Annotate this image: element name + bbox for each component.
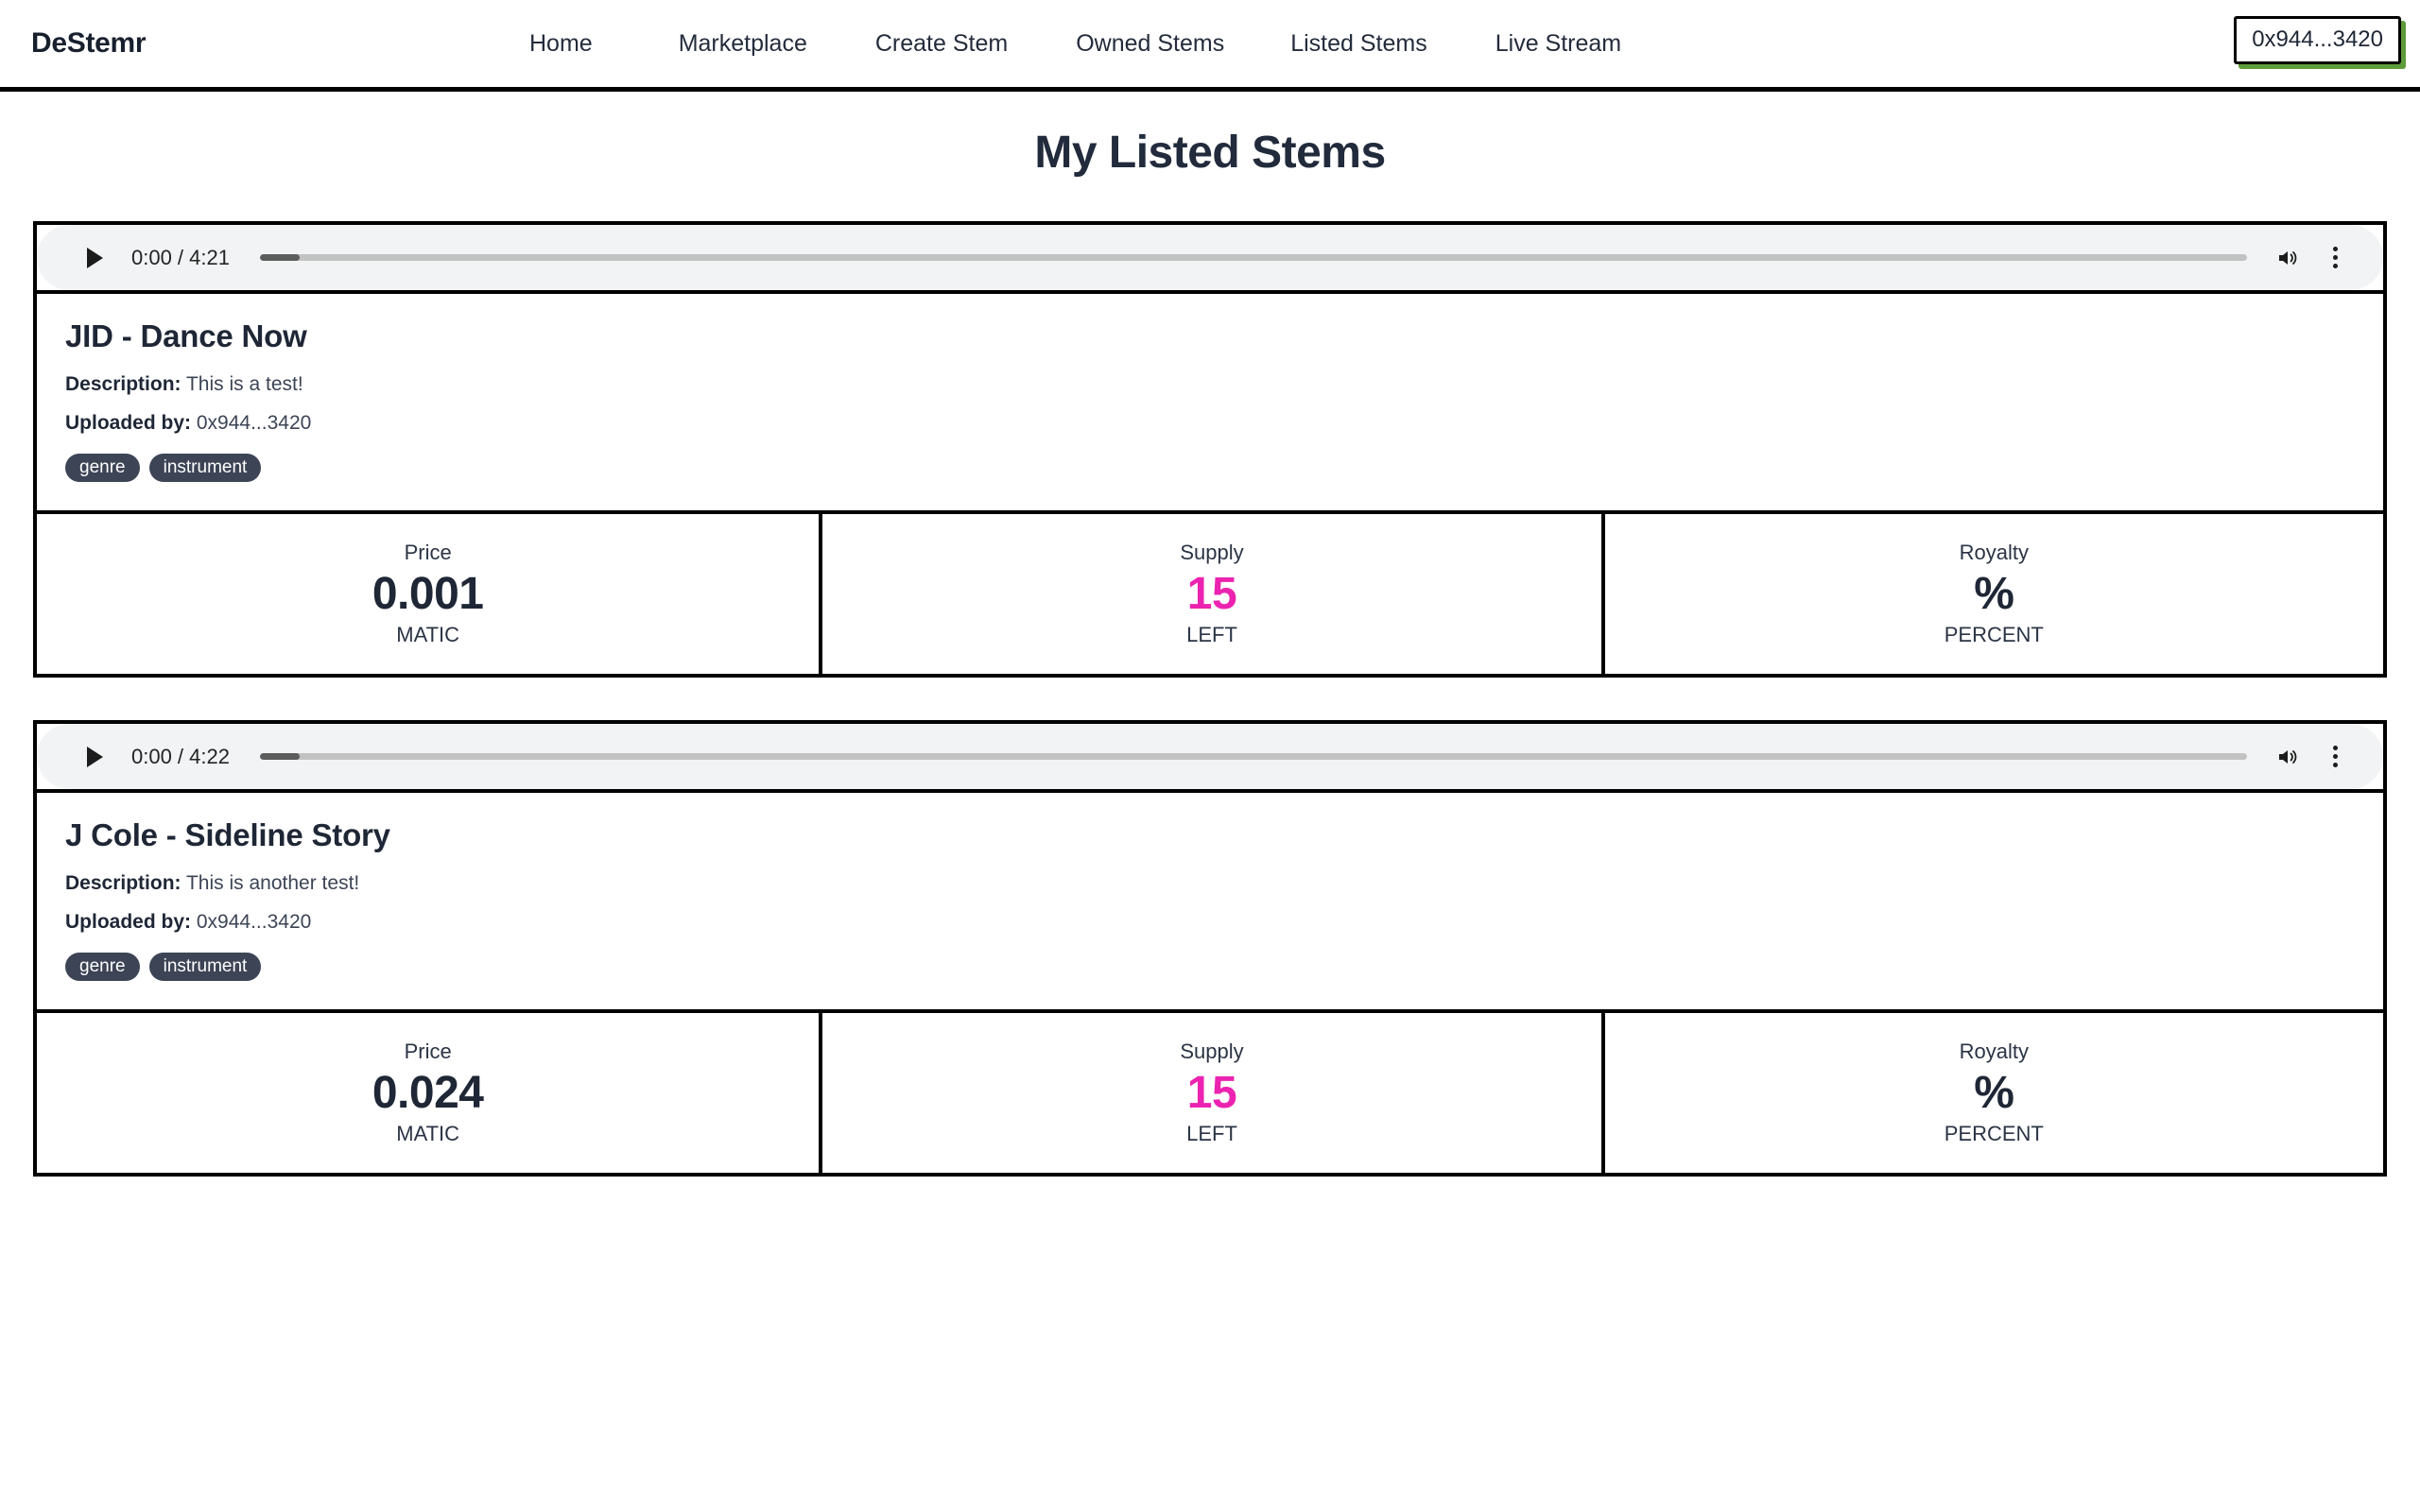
description-label: Description:: [65, 373, 182, 395]
stem-tag-instrument[interactable]: instrument: [148, 953, 262, 981]
stem-tag-row: genre instrument: [65, 454, 2355, 482]
audio-progress-fill: [259, 753, 301, 760]
stat-cell-price: Price 0.001 MATIC: [37, 514, 819, 674]
audio-progress-scrubber[interactable]: [259, 254, 2247, 261]
nav-item-listed-stems[interactable]: Listed Stems: [1290, 30, 1427, 58]
stem-info: J Cole - Sideline Story Description: Thi…: [37, 793, 2383, 1013]
stem-tag-genre[interactable]: genre: [65, 454, 140, 482]
play-icon[interactable]: [78, 242, 111, 274]
stem-stats-row: Price 0.024 MATIC Supply 15 LEFT Royalty…: [37, 1013, 2383, 1173]
stem-card: 0:00 / 4:22 J Cole - Sideline Story Desc…: [33, 720, 2387, 1177]
stem-title: J Cole - Sideline Story: [65, 817, 390, 852]
three-dot-menu-icon[interactable]: [2321, 741, 2349, 773]
listed-stems-list: 0:00 / 4:21 JID - Dance Now Description:…: [0, 221, 2420, 1177]
top-navigation-bar: DeStemr Home Marketplace Create Stem Own…: [0, 0, 2420, 92]
audio-progress-scrubber[interactable]: [259, 753, 2247, 760]
stem-description-value: This is another test!: [185, 872, 360, 894]
audio-player-row: 0:00 / 4:21: [37, 225, 2383, 294]
royalty-value: %: [1974, 569, 2014, 620]
stem-uploader-value: 0x944...3420: [196, 412, 312, 434]
audio-player[interactable]: 0:00 / 4:21: [37, 225, 2383, 290]
price-label: Price: [404, 541, 452, 565]
stem-tag-row: genre instrument: [65, 953, 2355, 981]
supply-value: 15: [1186, 569, 1237, 620]
stem-description-line: Description: This is a test!: [65, 373, 2355, 396]
price-unit: MATIC: [396, 622, 460, 646]
nav-item-marketplace[interactable]: Marketplace: [679, 30, 807, 58]
stem-stats-row: Price 0.001 MATIC Supply 15 LEFT Royalty…: [37, 514, 2383, 674]
play-icon[interactable]: [78, 741, 111, 773]
stem-description-value: This is a test!: [185, 373, 303, 395]
nav-item-live-stream[interactable]: Live Stream: [1495, 30, 1621, 58]
stem-uploader-line: Uploaded by: 0x944...3420: [65, 911, 2355, 934]
nav-links: Home Marketplace Create Stem Owned Stems…: [529, 0, 1621, 87]
stem-info: JID - Dance Now Description: This is a t…: [37, 294, 2383, 514]
audio-time-label: 0:00 / 4:22: [131, 744, 230, 768]
royalty-label: Royalty: [1959, 541, 2029, 565]
stat-cell-supply: Supply 15 LEFT: [819, 1013, 1600, 1173]
price-value: 0.024: [372, 1068, 484, 1119]
price-value: 0.001: [372, 569, 484, 620]
audio-time-label: 0:00 / 4:21: [131, 245, 230, 269]
supply-label: Supply: [1180, 541, 1244, 565]
three-dot-menu-icon[interactable]: [2321, 242, 2349, 274]
volume-icon[interactable]: [2272, 741, 2304, 773]
price-label: Price: [404, 1040, 452, 1064]
audio-player[interactable]: 0:00 / 4:22: [37, 724, 2383, 789]
stem-description-line: Description: This is another test!: [65, 872, 2355, 895]
stem-uploader-line: Uploaded by: 0x944...3420: [65, 412, 2355, 435]
uploaded-by-label: Uploaded by:: [65, 412, 192, 434]
wallet-address-button[interactable]: 0x944...3420: [2234, 16, 2401, 64]
nav-item-create-stem[interactable]: Create Stem: [875, 30, 1008, 58]
volume-icon[interactable]: [2272, 242, 2304, 274]
royalty-unit: PERCENT: [1944, 622, 2044, 646]
stem-tag-genre[interactable]: genre: [65, 953, 140, 981]
stat-cell-royalty: Royalty % PERCENT: [1600, 1013, 2383, 1173]
nav-item-owned-stems[interactable]: Owned Stems: [1076, 30, 1224, 58]
stat-cell-price: Price 0.024 MATIC: [37, 1013, 819, 1173]
royalty-label: Royalty: [1959, 1040, 2029, 1064]
price-unit: MATIC: [396, 1121, 460, 1145]
wallet-button-wrapper: 0x944...3420: [2234, 16, 2401, 64]
stem-card: 0:00 / 4:21 JID - Dance Now Description:…: [33, 221, 2387, 678]
stem-tag-instrument[interactable]: instrument: [148, 454, 262, 482]
uploaded-by-label: Uploaded by:: [65, 911, 192, 933]
nav-item-home[interactable]: Home: [529, 30, 593, 58]
stat-cell-supply: Supply 15 LEFT: [819, 514, 1600, 674]
supply-unit: LEFT: [1186, 622, 1237, 646]
audio-player-row: 0:00 / 4:22: [37, 724, 2383, 793]
audio-progress-fill: [259, 254, 301, 261]
stem-title: JID - Dance Now: [65, 318, 307, 353]
stat-cell-royalty: Royalty % PERCENT: [1600, 514, 2383, 674]
royalty-unit: PERCENT: [1944, 1121, 2044, 1145]
description-label: Description:: [65, 872, 182, 894]
brand-logo[interactable]: DeStemr: [31, 27, 147, 60]
supply-value: 15: [1186, 1068, 1237, 1119]
stem-uploader-value: 0x944...3420: [196, 911, 312, 933]
page-title: My Listed Stems: [1034, 128, 1386, 178]
supply-label: Supply: [1180, 1040, 1244, 1064]
supply-unit: LEFT: [1186, 1121, 1237, 1145]
royalty-value: %: [1974, 1068, 2014, 1119]
